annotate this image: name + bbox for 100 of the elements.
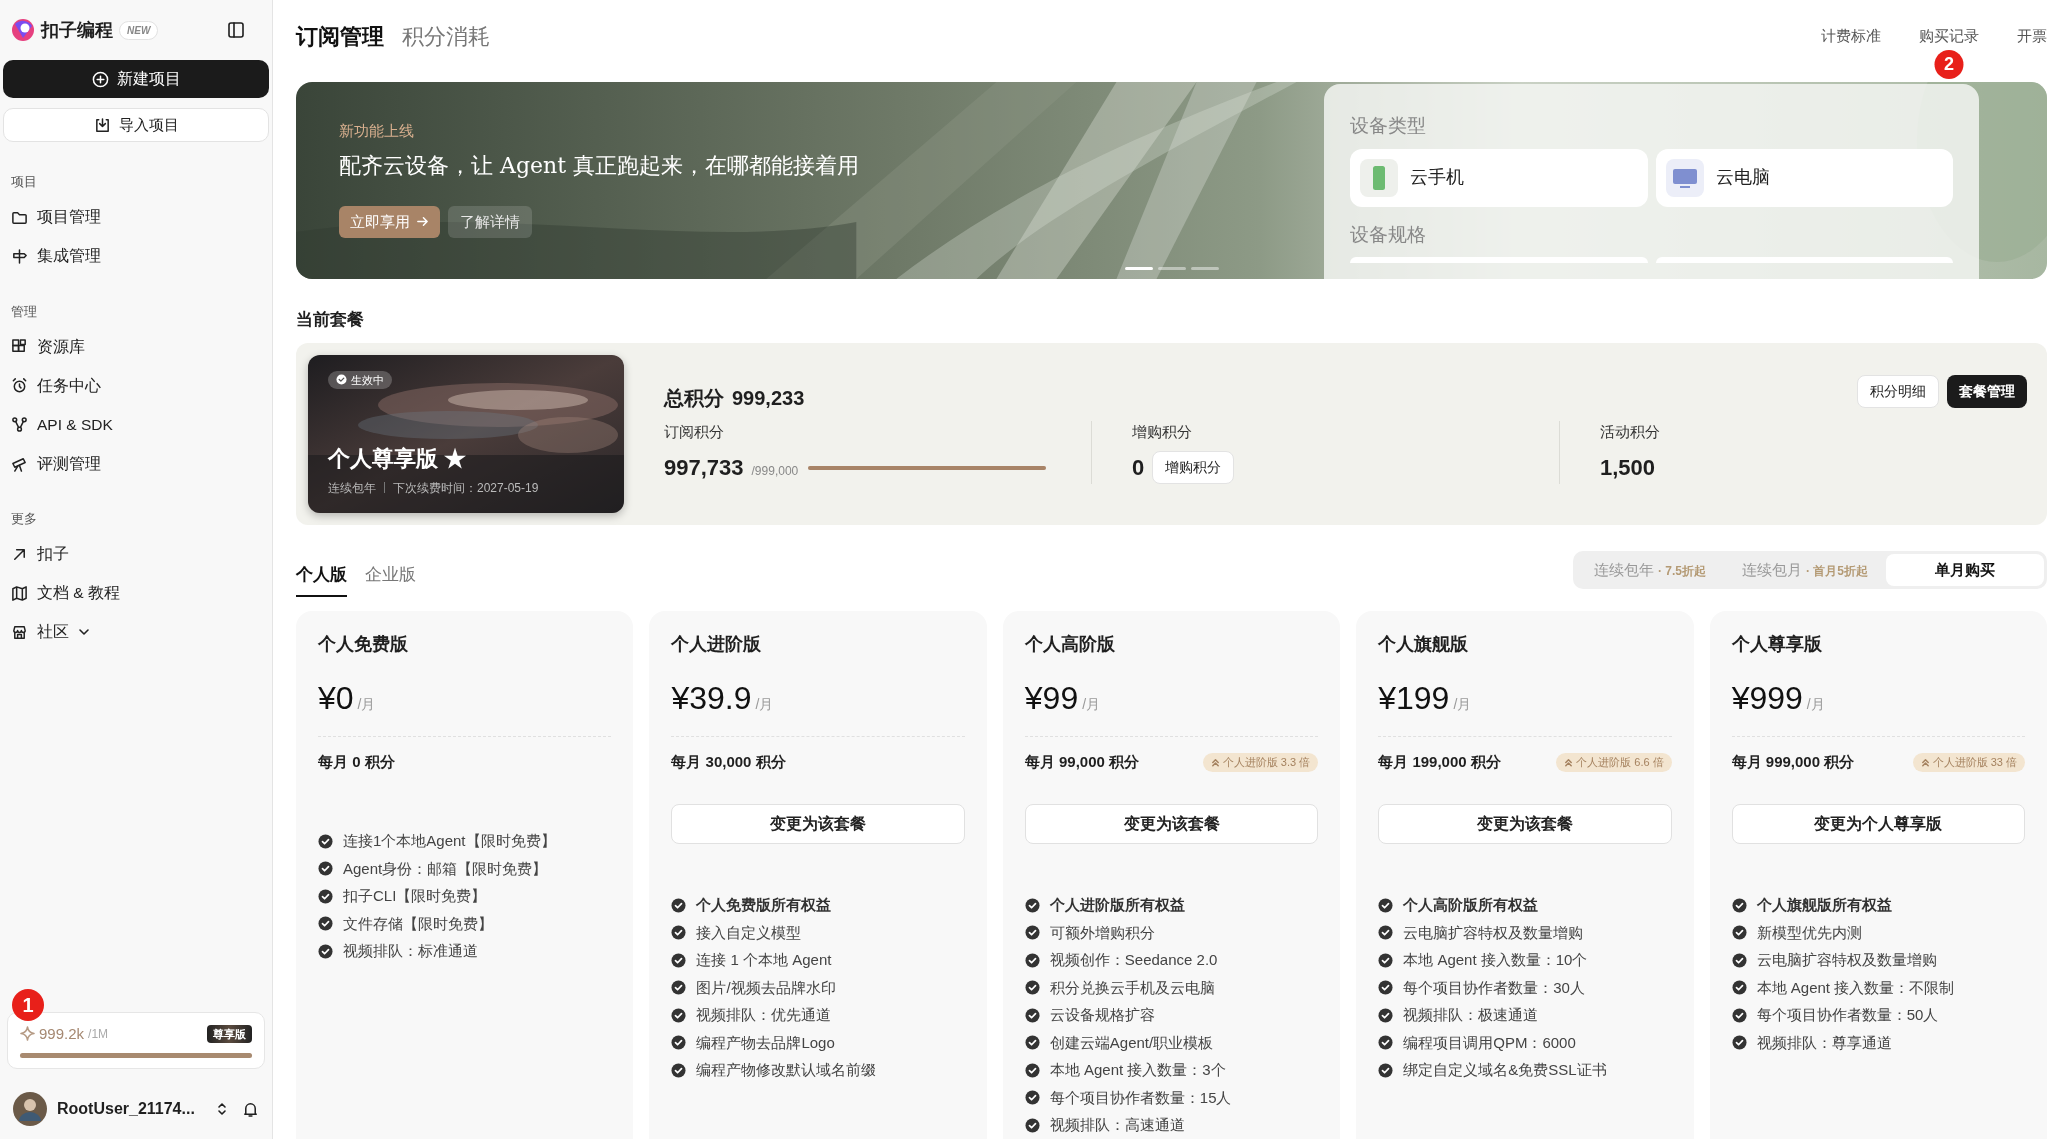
device-option[interactable]: 云手机 (1350, 148, 1648, 207)
logo-icon (11, 18, 35, 42)
feature-text: 每个项目协作者数量：15人 (1049, 1087, 1232, 1108)
new-project-button[interactable]: 新建项目 (3, 60, 269, 98)
carousel-indicator[interactable] (1158, 267, 1186, 270)
check-circle-icon (671, 1062, 687, 1078)
feature-text: 视频排队：高速通道 (1049, 1115, 1185, 1135)
page-tab[interactable]: 订阅管理 (296, 19, 384, 53)
sidebar-item[interactable]: API & SDK (3, 405, 269, 444)
change-plan-button[interactable]: 变更为该套餐 (1024, 803, 1319, 844)
plan-price: ¥0 (318, 679, 354, 718)
monthly-credits: 每月 199,000 积分 (1378, 752, 1501, 772)
feature-text: 个人进阶版所有权益 (1049, 895, 1185, 915)
check-circle-icon (318, 833, 333, 849)
sidebar-item[interactable]: 任务中心 (3, 366, 269, 405)
sidebar-item[interactable]: 社区 (3, 612, 269, 652)
check-circle-icon (671, 925, 687, 941)
header-link[interactable]: 计费标准 (1821, 25, 1881, 48)
section-label: 项目 (10, 173, 38, 191)
manage-plan-button[interactable]: 套餐管理 (1947, 374, 2027, 408)
sidebar-toggle-icon[interactable] (227, 21, 245, 39)
panel-label: 设备规格 (1350, 222, 1427, 247)
check-circle-icon (1024, 980, 1040, 996)
credits-detail-button[interactable]: 积分明细 (1857, 374, 1939, 408)
section-label: 管理 (10, 302, 38, 321)
plan-name: 个人免费版 (318, 633, 409, 656)
feature-text: 个人免费版所有权益 (696, 895, 832, 915)
check-circle-icon (1731, 952, 1747, 968)
buy-credits-button[interactable]: 增购积分 (1152, 451, 1235, 484)
carousel-indicator[interactable] (1191, 267, 1219, 270)
change-plan-button[interactable]: 变更为个人尊享版 (1731, 803, 2026, 844)
feature-text: 个人旗舰版所有权益 (1756, 895, 1892, 915)
check-circle-icon (1024, 1062, 1040, 1078)
check-circle-icon (1024, 1090, 1040, 1106)
feature-text: 云设备规格扩容 (1049, 1005, 1155, 1025)
check-circle-icon (1378, 1035, 1394, 1051)
check-circle-icon (1731, 925, 1747, 941)
feature-text: 云电脑扩容特权及数量增购 (1756, 950, 1937, 970)
feature-text: 积分兑换云手机及云电脑 (1049, 977, 1215, 998)
monthly-credits: 每月 999,000 积分 (1731, 752, 1855, 772)
monthly-credits: 每月 30,000 积分 (671, 752, 786, 772)
plan-price: ¥99 (1024, 679, 1079, 718)
plan-name: 个人旗舰版 (1378, 633, 1470, 656)
sidebar-item[interactable]: 项目管理 (3, 197, 269, 237)
sidebar-item[interactable]: 文档 & 教程 (3, 573, 269, 613)
plan-tab[interactable]: 个人版 (296, 561, 347, 597)
sidebar-item[interactable]: 资源库 (3, 327, 269, 366)
arrow-right-icon (416, 215, 429, 229)
panel-label: 设备类型 (1350, 114, 1427, 138)
spec-option[interactable] (1655, 257, 1953, 263)
check-circle-icon (671, 952, 687, 968)
carousel-indicator[interactable] (1125, 267, 1153, 270)
device-option[interactable]: 云电脑 (1655, 148, 1953, 207)
check-circle-icon (1731, 897, 1747, 913)
bell-icon[interactable] (242, 1100, 259, 1118)
stat-value: 997,733 (664, 454, 744, 482)
learn-more-button[interactable]: 了解详情 (448, 205, 532, 238)
check-circle-icon (1731, 1007, 1747, 1023)
stat-label: 订阅积分 (664, 421, 725, 442)
new-badge: NEW (119, 20, 159, 40)
feature-text: 每个项目协作者数量：30人 (1403, 977, 1585, 998)
check-circle-icon (336, 374, 347, 386)
import-project-button[interactable]: 导入项目 (3, 108, 269, 142)
feature-text: 文件存储【限时免费】 (343, 913, 493, 934)
check-circle-icon (671, 897, 687, 913)
change-plan-button[interactable]: 变更为该套餐 (1378, 803, 1672, 844)
plan-tab[interactable]: 企业版 (365, 561, 416, 597)
sidebar-item[interactable]: 评测管理 (3, 444, 269, 483)
double-chevron-up-icon (1564, 757, 1574, 767)
change-plan-button[interactable]: 变更为该套餐 (671, 803, 965, 844)
feature-text: 绑定自定义域名&免费SSL证书 (1403, 1060, 1607, 1080)
feature-text: 接入自定义模型 (696, 922, 802, 943)
check-circle-icon (1378, 952, 1394, 968)
header-link[interactable]: 购买记录 (1919, 25, 1979, 48)
feature-text: 连接1个本地Agent【限时免费】 (343, 831, 556, 851)
check-circle-icon (1378, 897, 1394, 913)
discount-note: · 7.5折起 (1657, 563, 1706, 578)
check-circle-icon (1378, 1007, 1394, 1023)
page-tab[interactable]: 积分消耗 (402, 19, 490, 53)
price-unit: /月 (1806, 695, 1825, 714)
check-circle-icon (1024, 897, 1040, 913)
spec-option[interactable] (1350, 257, 1648, 263)
feature-text: 视频排队：标准通道 (343, 941, 478, 961)
section-title: 当前套餐 (296, 309, 365, 331)
check-circle-icon (671, 1007, 687, 1023)
feature-text: 可额外增购积分 (1049, 922, 1155, 943)
feature-text: 视频排队：尊享通道 (1756, 1032, 1892, 1053)
check-circle-icon (1731, 980, 1747, 996)
sidebar-item[interactable]: 扣子 (3, 534, 269, 574)
check-circle-icon (1024, 1007, 1040, 1023)
plan-name: 个人高阶版 (1024, 633, 1116, 656)
billing-option[interactable]: 单月购买 (1886, 553, 2044, 586)
alarm-clock-icon (11, 377, 28, 394)
banner-headline: 配齐云设备，让 Agent 真正跑起来，在哪都能接着用 (339, 151, 860, 180)
feature-text: 本地 Agent 接入数量：3个 (1049, 1060, 1226, 1080)
plan-price: ¥39.9 (671, 679, 752, 718)
header-link[interactable]: 开票 (2017, 25, 2047, 48)
price-unit: /月 (1453, 695, 1472, 714)
sidebar-item[interactable]: 集成管理 (3, 236, 269, 276)
check-circle-icon (1378, 925, 1394, 941)
